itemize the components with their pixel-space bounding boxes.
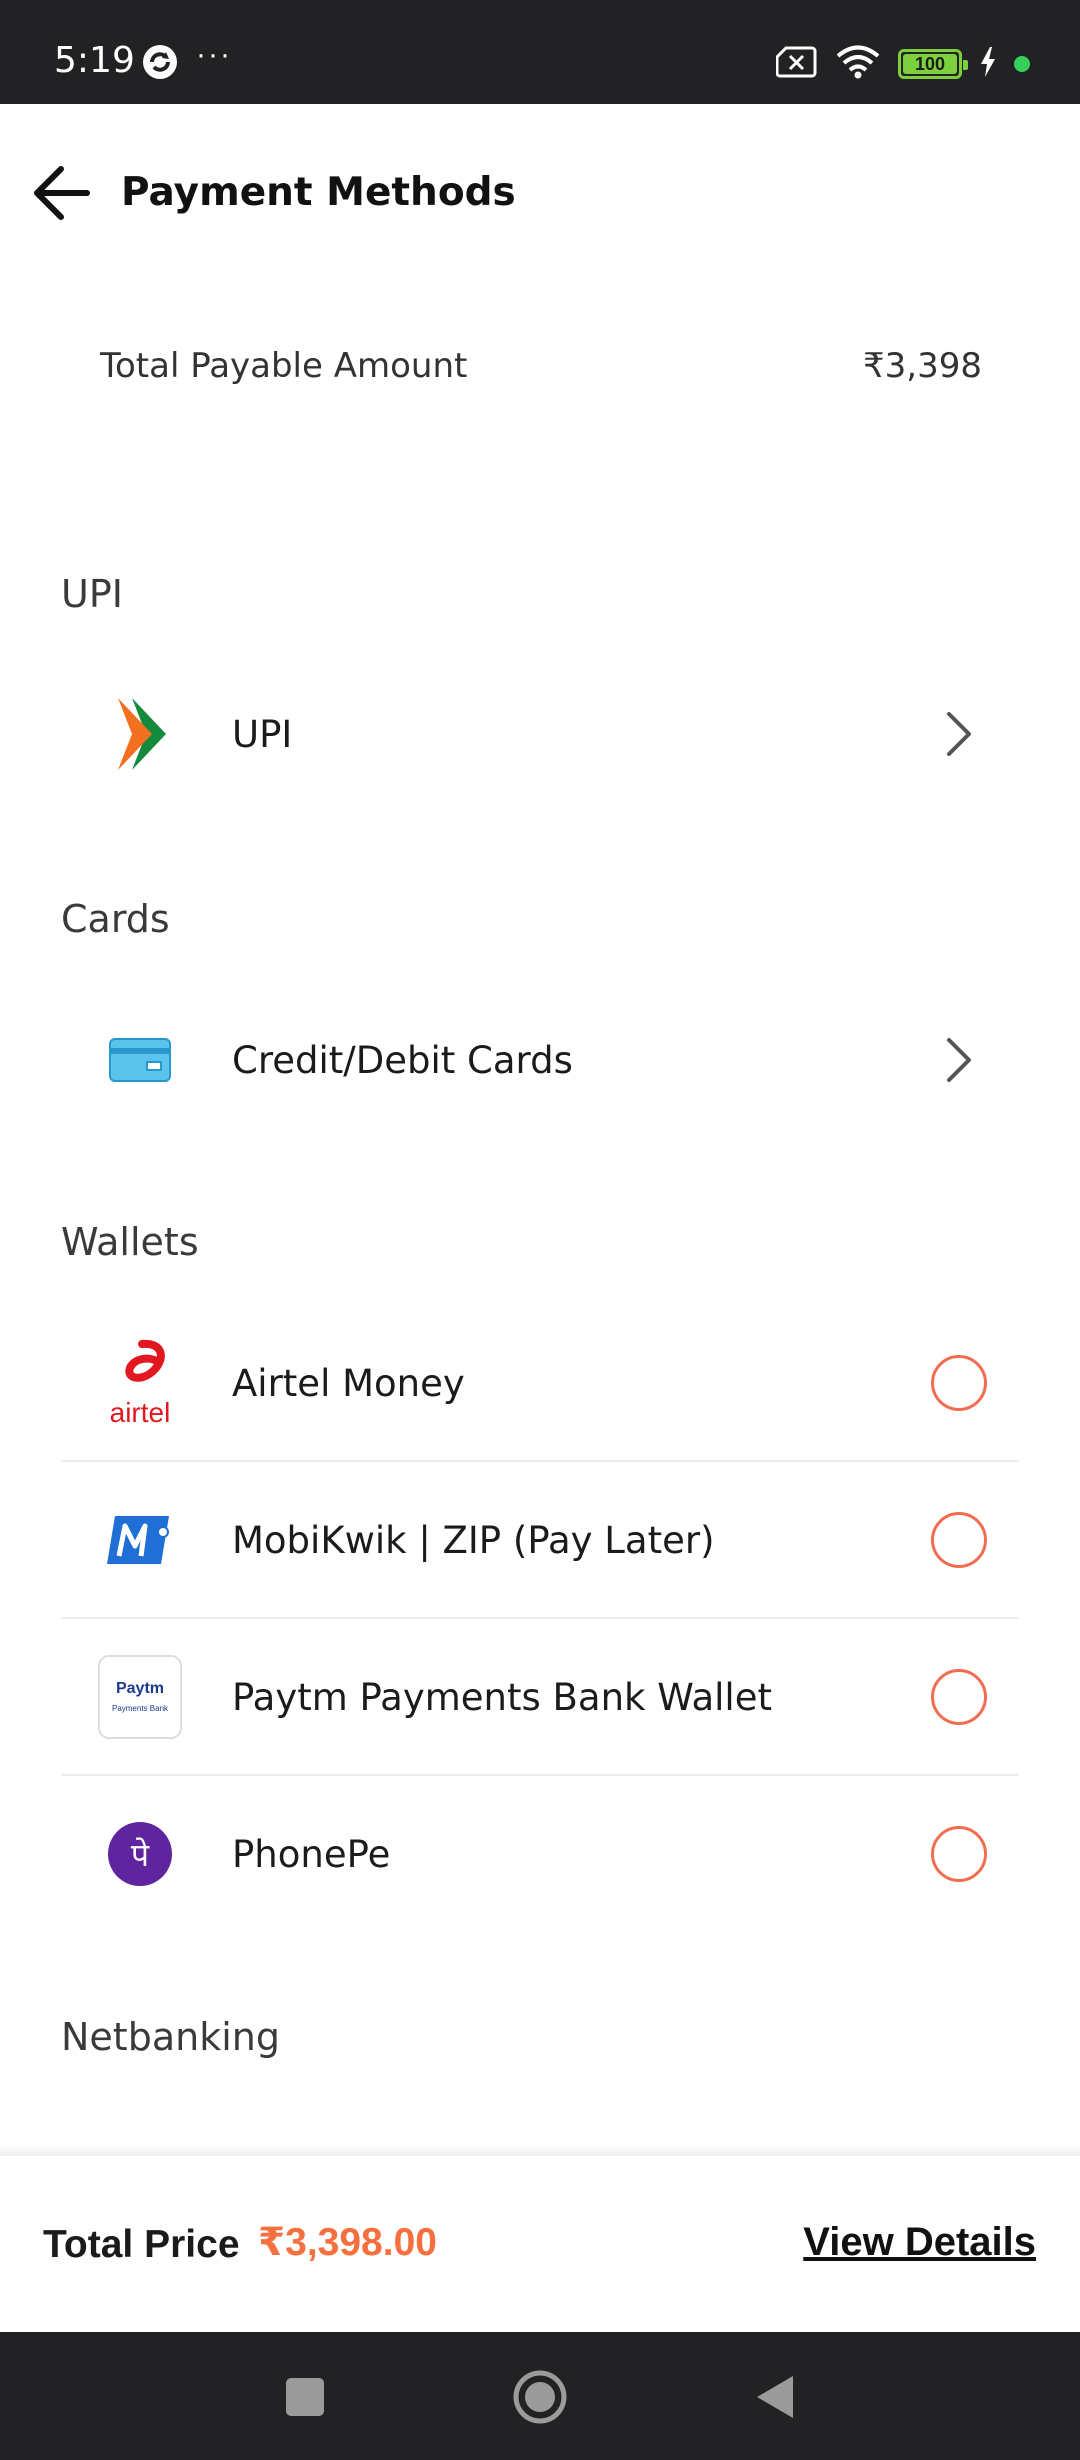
svg-text:पे: पे bbox=[131, 1836, 150, 1874]
status-bar: 5:19 ··· 100 bbox=[0, 0, 1080, 104]
credit-debit-cards-label: Credit/Debit Cards bbox=[232, 1038, 573, 1082]
charging-icon bbox=[980, 46, 996, 82]
wallet-label: PhonePe bbox=[232, 1832, 391, 1876]
section-title-netbanking: Netbanking bbox=[61, 2015, 280, 2059]
mobikwik-icon bbox=[85, 1485, 195, 1595]
more-notifications-icon: ··· bbox=[196, 38, 232, 71]
system-navigation-bar bbox=[0, 2332, 1080, 2460]
section-title-upi: UPI bbox=[61, 572, 123, 616]
wallet-label: Paytm Payments Bank Wallet bbox=[232, 1675, 772, 1719]
total-price-value: ₹3,398.00 bbox=[258, 2221, 437, 2264]
radio-button[interactable] bbox=[931, 1355, 987, 1411]
status-indicators: 100 bbox=[775, 44, 1030, 84]
section-title-cards: Cards bbox=[61, 897, 170, 941]
view-details-link[interactable]: View Details bbox=[803, 2220, 1036, 2265]
paytm-icon: Paytm Payments Bank bbox=[85, 1642, 195, 1752]
chevron-right-icon bbox=[939, 706, 979, 762]
svg-text:airtel: airtel bbox=[110, 1397, 171, 1428]
back-arrow-icon bbox=[34, 166, 90, 220]
wallet-option-mobikwik[interactable]: MobiKwik | ZIP (Pay Later) bbox=[61, 1462, 1019, 1618]
svg-text:Paytm: Paytm bbox=[116, 1680, 164, 1697]
price-bar: Total Price ₹3,398.00 View Details bbox=[0, 2156, 1080, 2332]
page-title: Payment Methods bbox=[121, 170, 516, 215]
recents-button[interactable] bbox=[270, 2362, 340, 2432]
no-sim-icon bbox=[775, 45, 818, 84]
battery-icon: 100 bbox=[898, 49, 968, 79]
square-icon bbox=[286, 2378, 324, 2416]
wallet-option-phonepe[interactable]: पे PhonePe bbox=[61, 1776, 1019, 1932]
total-payable-label: Total Payable Amount bbox=[100, 346, 468, 386]
back-button[interactable] bbox=[26, 158, 96, 228]
total-payable-row: Total Payable Amount ₹3,398 bbox=[100, 346, 982, 386]
section-title-wallets: Wallets bbox=[61, 1220, 199, 1264]
airtel-icon: airtel bbox=[85, 1328, 195, 1438]
radio-button[interactable] bbox=[931, 1669, 987, 1725]
status-time: 5:19 bbox=[54, 40, 135, 81]
home-button[interactable] bbox=[505, 2362, 575, 2432]
price-bar-shadow bbox=[0, 2144, 1080, 2156]
upi-option[interactable]: UPI bbox=[61, 656, 1019, 812]
wifi-icon bbox=[836, 45, 880, 84]
upi-icon bbox=[85, 679, 195, 789]
notification-dot bbox=[1014, 56, 1030, 72]
chevron-right-icon bbox=[939, 1032, 979, 1088]
phonepe-icon: पे bbox=[85, 1799, 195, 1909]
triangle-back-icon bbox=[757, 2376, 793, 2418]
app-header: Payment Methods bbox=[0, 104, 1080, 284]
circle-icon bbox=[513, 2370, 567, 2424]
battery-level: 100 bbox=[903, 54, 957, 74]
total-price-label: Total Price bbox=[43, 2223, 240, 2266]
wallet-option-paytm[interactable]: Paytm Payments Bank Paytm Payments Bank … bbox=[61, 1619, 1019, 1775]
wallet-label: Airtel Money bbox=[232, 1361, 465, 1405]
credit-debit-cards-option[interactable]: Credit/Debit Cards bbox=[61, 982, 1019, 1138]
total-payable-amount: ₹3,398 bbox=[863, 346, 982, 386]
wallet-label: MobiKwik | ZIP (Pay Later) bbox=[232, 1518, 715, 1562]
radio-button[interactable] bbox=[931, 1512, 987, 1568]
wallet-option-airtel-money[interactable]: airtel Airtel Money bbox=[61, 1305, 1019, 1461]
svg-text:Payments Bank: Payments Bank bbox=[112, 1704, 169, 1713]
radio-button[interactable] bbox=[931, 1826, 987, 1882]
upi-label: UPI bbox=[232, 712, 293, 756]
back-nav-button[interactable] bbox=[740, 2362, 810, 2432]
sync-icon bbox=[142, 44, 178, 80]
credit-card-icon bbox=[85, 1005, 195, 1115]
